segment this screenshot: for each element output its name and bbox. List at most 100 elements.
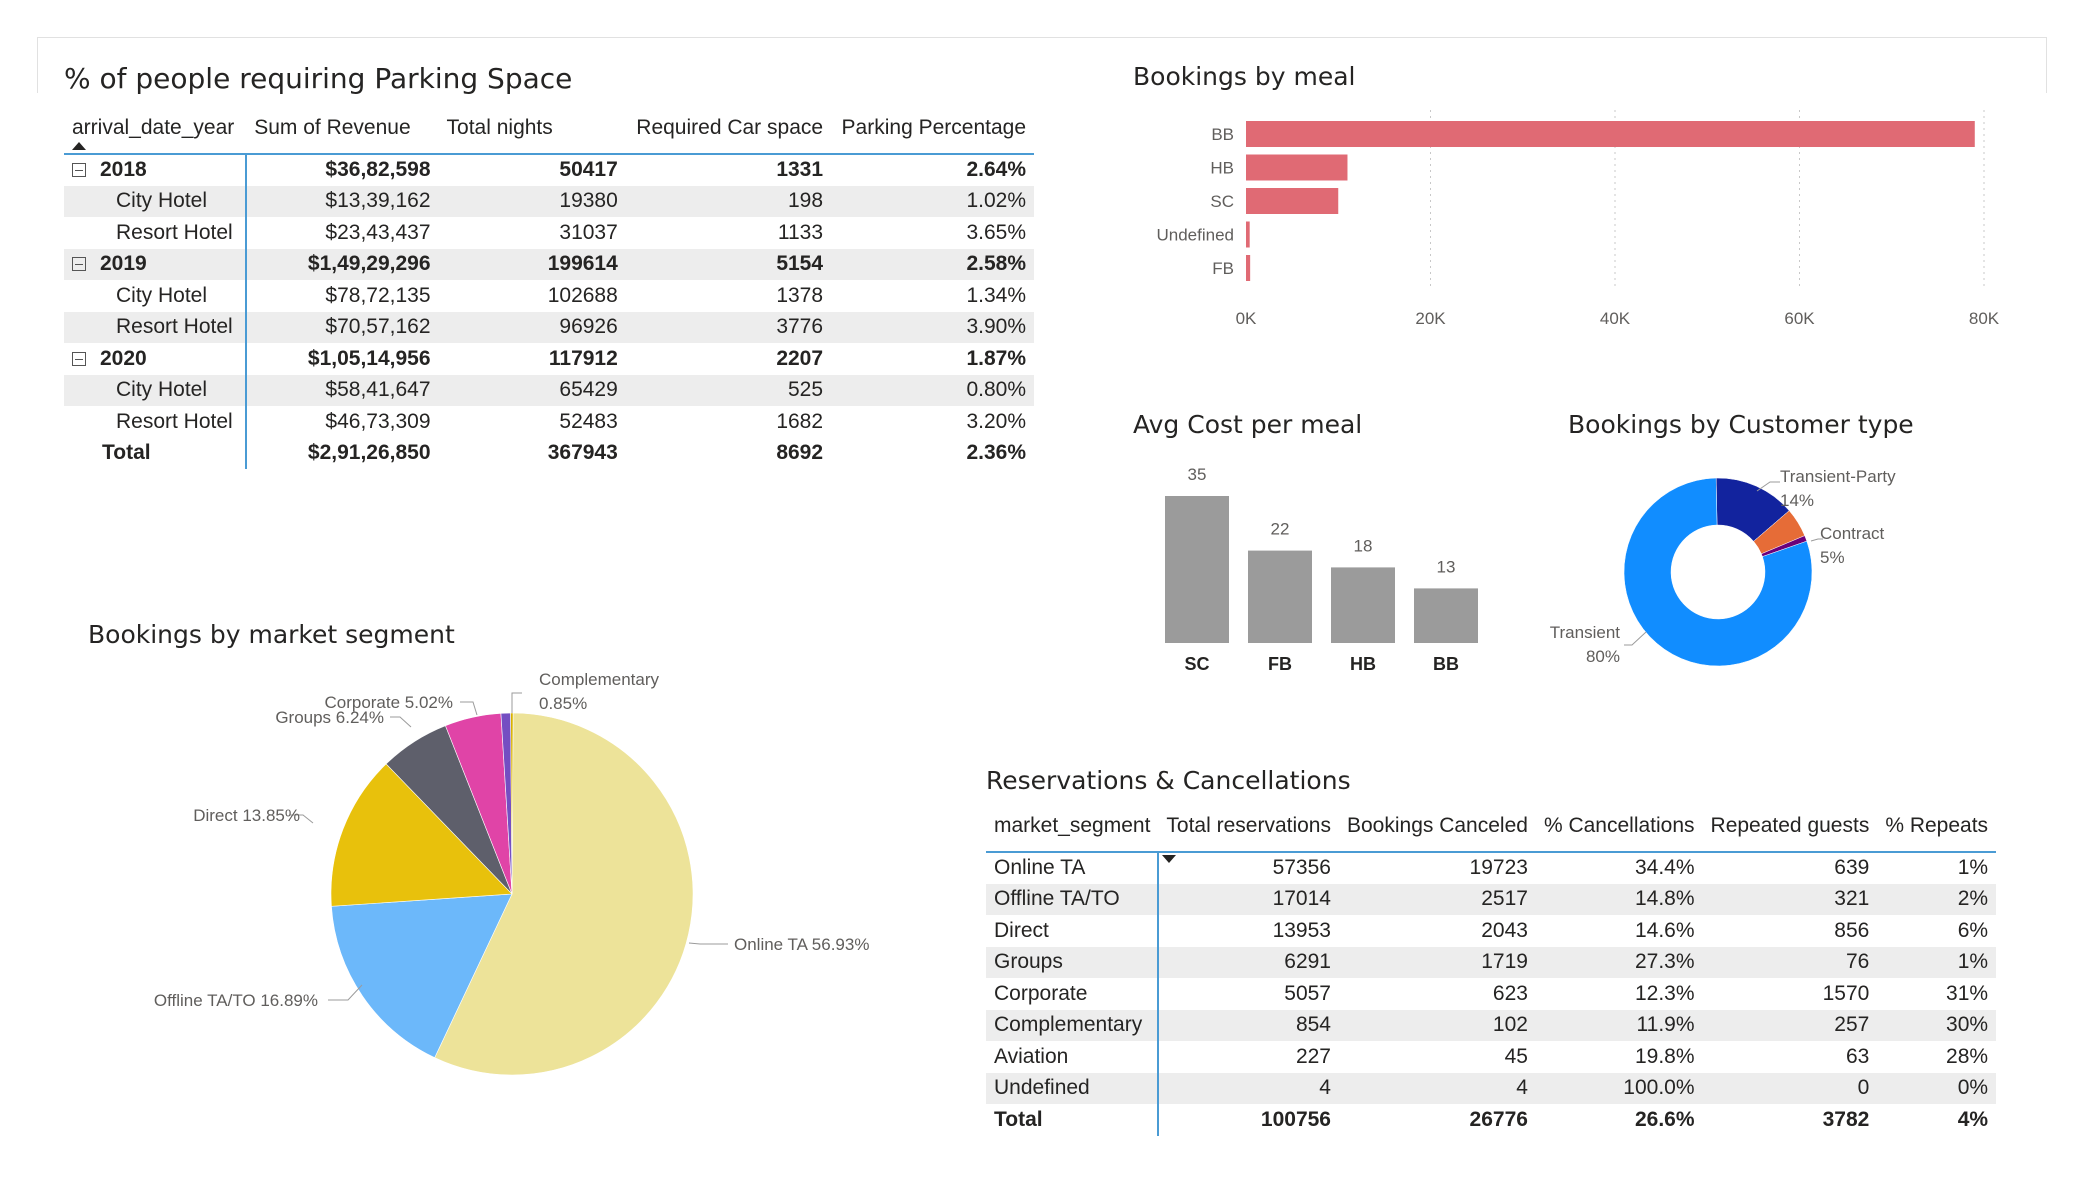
row-label: City Hotel xyxy=(64,185,248,217)
collapse-icon[interactable] xyxy=(72,163,86,178)
data-label: 35 xyxy=(1188,465,1207,484)
bar xyxy=(1246,221,1250,248)
hotel-row[interactable]: Resort Hotel $46,73,309 52483 1682 3.20% xyxy=(64,406,1034,438)
cell-value: 26.6% xyxy=(1634,1107,1695,1131)
x-tick-label: 80K xyxy=(1969,309,2000,328)
table-row[interactable]: Corporate 5057 623 12.3% 1570 31% xyxy=(986,978,1996,1010)
cell-value: 76 xyxy=(1702,946,1878,978)
year-group-row[interactable]: 2019 $1,49,29,296 199614 5154 2.58% xyxy=(64,248,1034,280)
sort-ascending-icon[interactable] xyxy=(72,142,86,150)
col-header[interactable]: Required Car space xyxy=(625,112,832,155)
cell-value: 623 xyxy=(1492,981,1528,1005)
col-header[interactable]: Total nights xyxy=(438,112,626,155)
col-header[interactable]: market_segment xyxy=(986,810,1176,863)
hotel-row[interactable]: City Hotel $78,72,135 102688 1378 1.34% xyxy=(64,280,1034,312)
cell-pct: 0.80% xyxy=(831,374,1034,406)
segment-label: Undefined xyxy=(986,1072,1160,1104)
hotel-row[interactable]: City Hotel $13,39,162 19380 198 1.02% xyxy=(64,185,1034,217)
total-row[interactable]: Total 100756 26776 26.6% 3782 4% xyxy=(986,1104,1996,1136)
cell-value: 257 xyxy=(1702,1009,1878,1041)
cell-value: 31% xyxy=(1946,981,1989,1005)
cell-nights: 117912 xyxy=(548,346,618,370)
cell-car: 1378 xyxy=(776,283,824,307)
meal-bar-chart[interactable]: 0K 20K 40K 60K 80K BB HB SC Undefined FB xyxy=(1120,110,2020,340)
cell-nights: 102688 xyxy=(547,283,618,307)
cell-value: 2043 xyxy=(1481,918,1528,942)
cell-value: 0 xyxy=(1702,1072,1878,1104)
cell-value: 1% xyxy=(1957,856,1989,880)
table-row[interactable]: Groups 6291 1719 27.3% 76 1% xyxy=(986,946,1997,978)
row-label[interactable]: 2020 xyxy=(64,343,248,375)
slice-label: Complementary xyxy=(539,670,659,689)
parking-table[interactable]: arrival_date_year Sum of Revenue Total n… xyxy=(64,112,1034,469)
cell-pct: 2.58% xyxy=(831,248,1034,280)
cell-pct: 3.90% xyxy=(831,311,1034,343)
cell-value: 11.9% xyxy=(1535,1009,1703,1041)
cell-revenue: $36,82,598 xyxy=(325,158,431,182)
cell-pct: 1.87% xyxy=(966,346,1026,370)
cell-value: 4% xyxy=(1957,1107,1989,1131)
cell-value: 227 xyxy=(1295,1044,1331,1068)
col-header[interactable]: Total reservations xyxy=(1158,810,1339,853)
col-header[interactable]: Bookings Canceled xyxy=(1338,810,1536,853)
hotel-row[interactable]: Resort Hotel $70,57,162 96926 3776 3.90% xyxy=(64,311,1034,343)
segment-pie-chart[interactable]: Online TA 56.93% Offline TA/TO 16.89% Dire… xyxy=(120,660,920,1100)
cell-value: 17014 xyxy=(1158,883,1339,915)
table-row[interactable]: Offline TA/TO 17014 2517 14.8% 321 2% xyxy=(986,883,1997,915)
row-label[interactable]: 2019 xyxy=(64,248,248,280)
table-row[interactable]: Direct 13953 2043 14.6% 856 6% xyxy=(986,915,1996,947)
reservations-table[interactable]: market_segment Total reservations Bookin… xyxy=(986,810,1997,1136)
table-row[interactable]: Aviation 227 45 19.8% 63 28% xyxy=(986,1041,1996,1073)
leader-line xyxy=(511,692,522,713)
table-row[interactable]: Complementary 854 102 11.9% 257 30% xyxy=(986,1009,1997,1041)
col-header[interactable]: Repeated guests xyxy=(1702,810,1878,853)
collapse-icon[interactable] xyxy=(72,257,86,272)
cell-value: 30% xyxy=(1877,1009,1997,1041)
row-label: Resort Hotel xyxy=(64,311,248,343)
slice-value: 80% xyxy=(1586,647,1620,666)
sort-descending-icon[interactable] xyxy=(1162,855,1176,863)
customer-donut-chart[interactable]: Transient-Party 14% Contract 5% Transient 80% xyxy=(1550,455,2020,685)
category-label: HB xyxy=(1210,159,1234,178)
category-label: HB xyxy=(1350,654,1376,674)
segment-label: Complementary xyxy=(986,1009,1160,1041)
slice-label: Transient-Party xyxy=(1780,467,1896,486)
total-revenue: $2,91,26,850 xyxy=(307,441,431,465)
cell-car: 198 xyxy=(625,185,832,217)
cell-car: 1331 xyxy=(776,158,824,182)
total-row: Total $2,91,26,850 367943 8692 2.36% xyxy=(64,437,1034,469)
segment-label: Aviation xyxy=(986,1041,1160,1073)
col-header[interactable]: arrival_date_year xyxy=(64,112,247,155)
year-group-row[interactable]: 2020 $1,05,14,956 117912 2207 1.87% xyxy=(64,343,1034,375)
bar xyxy=(1248,550,1312,643)
col-header[interactable]: % Repeats xyxy=(1877,810,1997,853)
table-row[interactable]: Undefined 4 4 100.0% 0 0% xyxy=(986,1072,1997,1104)
cell-value: 100756 xyxy=(1260,1107,1331,1131)
row-label: Total xyxy=(64,437,248,469)
data-label: 13 xyxy=(1437,557,1456,576)
segment-label: Corporate xyxy=(986,978,1160,1010)
bar xyxy=(1165,496,1229,643)
category-label: BB xyxy=(1211,125,1234,144)
hotel-row[interactable]: Resort Hotel $23,43,437 31037 1133 3.65% xyxy=(64,217,1034,249)
col-header[interactable]: % Cancellations xyxy=(1535,810,1703,853)
collapse-icon[interactable] xyxy=(72,351,86,366)
cell-value: 19.8% xyxy=(1634,1044,1695,1068)
col-header[interactable]: Sum of Revenue xyxy=(246,112,439,155)
cell-value: 4 xyxy=(1158,1072,1339,1104)
hotel-row[interactable]: City Hotel $58,41,647 65429 525 0.80% xyxy=(64,374,1034,406)
cell-car: 2207 xyxy=(776,346,824,370)
cell-value: 102 xyxy=(1338,1009,1536,1041)
table-row[interactable]: Online TA 57356 19723 34.4% 639 1% xyxy=(986,852,1996,884)
cell-value: 4 xyxy=(1338,1072,1536,1104)
leader-line xyxy=(688,942,728,945)
cell-pct: 1.34% xyxy=(966,283,1026,307)
row-label[interactable]: 2018 xyxy=(64,154,248,186)
col-header[interactable]: Parking Percentage xyxy=(831,112,1034,155)
slice-value: 5% xyxy=(1820,548,1845,567)
cell-value: 63 xyxy=(1845,1044,1870,1068)
cost-bar-chart[interactable]: 35 SC 22 FB 18 HB 13 BB xyxy=(1150,455,1510,685)
year-group-row[interactable]: 2018 $36,82,598 50417 1331 2.64% xyxy=(64,154,1034,186)
x-tick-label: 20K xyxy=(1415,309,1446,328)
bar xyxy=(1246,121,1975,147)
